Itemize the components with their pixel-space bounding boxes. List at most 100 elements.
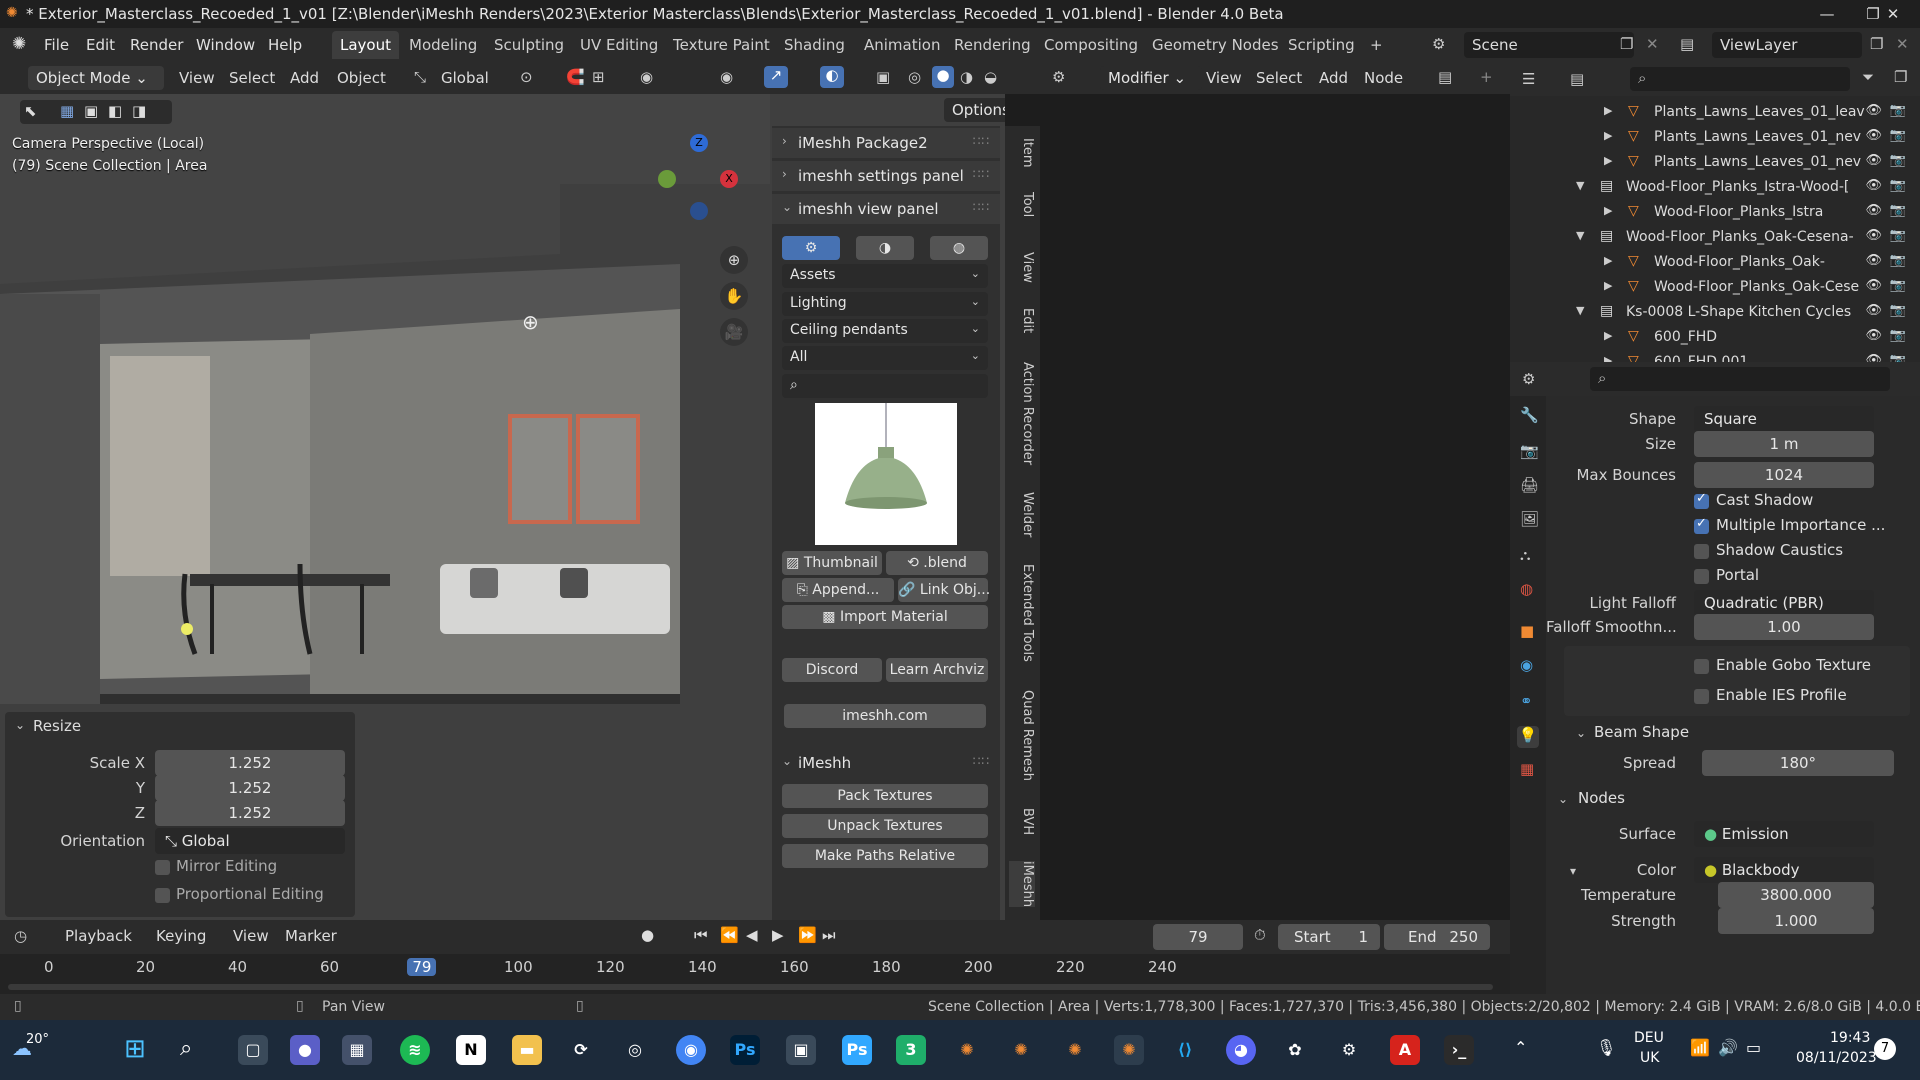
render-camera-icon[interactable]: 📷 (1890, 303, 1906, 318)
eye-icon[interactable]: 👁 (1865, 303, 1882, 318)
y-axis-handle[interactable] (658, 170, 676, 188)
sidebar-tab-imeshh[interactable]: iMeshh (1009, 861, 1035, 908)
outliner-row[interactable]: ▶ ▽ Plants_Lawns_Leaves_01_nev 👁 📷 (1510, 150, 1920, 175)
orientation-dropdown[interactable]: ⤡ Global (155, 828, 345, 854)
tab-shading[interactable]: Shading (776, 31, 853, 59)
render-camera-icon[interactable]: 📷 (1890, 228, 1906, 243)
outliner-type-icon[interactable]: ☰ (1522, 70, 1535, 88)
meet-app-icon[interactable]: ● (290, 1035, 320, 1065)
minimize-button[interactable]: — (1804, 2, 1850, 26)
timeline-menu-keying[interactable]: Keying (156, 927, 206, 945)
tray-expand-icon[interactable]: ⌃ (1514, 1038, 1527, 1057)
category-dropdown[interactable]: Assets ⌄ (782, 264, 988, 288)
chevron-right-icon[interactable]: ▶ (1604, 354, 1612, 362)
viewport-menu-add[interactable]: Add (290, 69, 319, 87)
type-dropdown[interactable]: Ceiling pendants ⌄ (782, 319, 988, 343)
substance-icon[interactable]: ▣ (786, 1035, 816, 1065)
chevron-right-icon[interactable]: ▶ (1604, 154, 1612, 167)
select-extend-icon[interactable]: ▣ (84, 102, 98, 120)
render-camera-icon[interactable]: 📷 (1890, 178, 1906, 193)
zoom-icon[interactable]: ⊕ (720, 246, 748, 274)
select-invert-icon[interactable]: ◨ (132, 102, 146, 120)
outliner-row[interactable]: ▶ ▽ Wood-Floor_Planks_Oak- 👁 📷 (1510, 250, 1920, 275)
menu-render[interactable]: Render (130, 36, 183, 54)
panel-imeshh-view[interactable]: ⌄ imeshh view panel ∷∷ (772, 194, 1000, 224)
render-tab-icon[interactable]: 📷 (1520, 442, 1539, 460)
xray-icon[interactable]: ▣ (876, 68, 890, 86)
add-workspace-button[interactable]: + (1362, 31, 1391, 59)
cursor-icon[interactable]: ⬉ (24, 102, 37, 120)
sidebar-tab-edit[interactable]: Edit (1009, 308, 1035, 333)
x-axis-handle[interactable]: X (720, 170, 738, 188)
transform-orientation-icon[interactable]: ⤡ (414, 68, 426, 86)
tab-rendering[interactable]: Rendering (946, 31, 1039, 59)
max-bounces-field[interactable]: 1024 (1694, 462, 1874, 488)
chevron-down-icon[interactable]: ▼ (1576, 304, 1584, 317)
viewport-menu-object[interactable]: Object (337, 69, 386, 87)
clock-date[interactable]: 08/11/2023 (1796, 1050, 1877, 1066)
wifi-icon[interactable]: 📶 (1690, 1038, 1710, 1057)
append-button[interactable]: ⎘ Append... (782, 578, 894, 602)
mirror-editing-checkbox[interactable] (155, 860, 170, 875)
object-tab-icon[interactable]: ■ (1520, 622, 1534, 640)
chevron-down-icon[interactable]: ▼ (1576, 229, 1584, 242)
models-tab-icon[interactable]: ⚙ (782, 236, 840, 260)
chevron-down-icon[interactable]: ▼ (1576, 179, 1584, 192)
play-icon[interactable]: ▶ (772, 926, 784, 944)
z-axis-handle[interactable]: Z (690, 134, 708, 152)
tab-geometry-nodes[interactable]: Geometry Nodes (1144, 31, 1287, 59)
node-editor-canvas[interactable] (1040, 94, 1510, 920)
snap-target-icon[interactable]: ⊞ (592, 68, 605, 86)
neg-z-axis-handle[interactable] (690, 202, 708, 220)
editor-type-icon[interactable]: ⚙ (1052, 68, 1065, 86)
spread-field[interactable]: 180° (1702, 750, 1894, 776)
acrobat-icon[interactable]: A (1390, 1035, 1420, 1065)
clock-time[interactable]: 19:43 (1830, 1030, 1870, 1046)
sidebar-tab-quad-remesh[interactable]: Quad Remesh (1009, 690, 1035, 781)
eye-icon[interactable]: 👁 (1865, 153, 1882, 168)
outliner-row[interactable]: ▼ ▤ Wood-Floor_Planks_Istra-Wood-[👁 📷 (1510, 175, 1920, 200)
chevron-right-icon[interactable]: ▶ (1604, 129, 1612, 142)
spotify-icon[interactable]: ≋ (400, 1035, 430, 1065)
link-object-button[interactable]: 🔗 Link Obj... (898, 578, 990, 602)
rendered-shading-icon[interactable]: ◒ (984, 68, 997, 86)
outliner-row[interactable]: ▶ ▽ Plants_Lawns_Leaves_01_leav 👁 📷 (1510, 100, 1920, 125)
filter-dropdown[interactable]: All ⌄ (782, 346, 988, 370)
panel-imeshh-package[interactable]: › iMeshh Package2 ∷∷ (772, 128, 1000, 158)
select-box-icon[interactable]: ▦ (60, 102, 74, 120)
light-falloff-dropdown[interactable]: Quadratic (PBR) (1694, 590, 1874, 616)
grip-icon[interactable]: ∷∷ (973, 167, 990, 181)
chevron-right-icon[interactable]: ▶ (1604, 329, 1612, 342)
timeline-menu-view[interactable]: View (233, 927, 269, 945)
outliner-row[interactable]: ▼ ▤ Ks-0008 L-Shape Kitchen Cycles 👁 📷 (1510, 300, 1920, 325)
pivot-icon[interactable]: ⊙ (520, 68, 533, 86)
outliner-row[interactable]: ▶ ▽ 600_FHD.001 👁 📷 (1510, 350, 1920, 362)
eye-icon[interactable]: 👁 (1865, 178, 1882, 193)
panel-imeshh-settings[interactable]: › imeshh settings panel ∷∷ (772, 161, 1000, 191)
import-material-button[interactable]: ▩ Import Material (782, 605, 988, 629)
viewport-menu-select[interactable]: Select (229, 69, 275, 87)
solid-shading-icon[interactable]: ● (932, 66, 954, 88)
menu-file[interactable]: File (44, 36, 69, 54)
tab-animation[interactable]: Animation (856, 31, 948, 59)
menu-window[interactable]: Window (196, 36, 255, 54)
mis-checkbox[interactable] (1694, 516, 1709, 534)
file-explorer-icon[interactable]: ▬ (512, 1035, 542, 1065)
falloff-smooth-field[interactable]: 1.00 (1694, 614, 1874, 640)
portal-checkbox[interactable] (1694, 569, 1709, 584)
start-button-icon[interactable]: ⊞ (124, 1036, 152, 1064)
subcategory-dropdown[interactable]: Lighting ⌄ (782, 292, 988, 316)
new-view-layer-icon[interactable]: ❐ (1870, 35, 1883, 53)
tab-scripting[interactable]: Scripting (1280, 31, 1363, 59)
node-menu-node[interactable]: Node (1364, 69, 1403, 87)
proportional-edit-icon[interactable]: ◉ (640, 68, 653, 86)
render-camera-icon[interactable]: 📷 (1890, 203, 1906, 218)
select-tools[interactable]: ⬉ ▦ ▣ ◧ ◨ (20, 100, 172, 124)
photoshop-alt-icon[interactable]: Ps (842, 1035, 872, 1065)
grip-icon[interactable]: ∷∷ (973, 200, 990, 214)
current-frame-field[interactable]: 79 (1153, 924, 1243, 950)
outliner-row[interactable]: ▶ ▽ Wood-Floor_Planks_Oak-Cese 👁 📷 (1510, 275, 1920, 300)
tab-modeling[interactable]: Modeling (401, 31, 485, 59)
view-layer-icon[interactable]: ▤ (1680, 35, 1694, 53)
node-menu-select[interactable]: Select (1256, 69, 1302, 87)
